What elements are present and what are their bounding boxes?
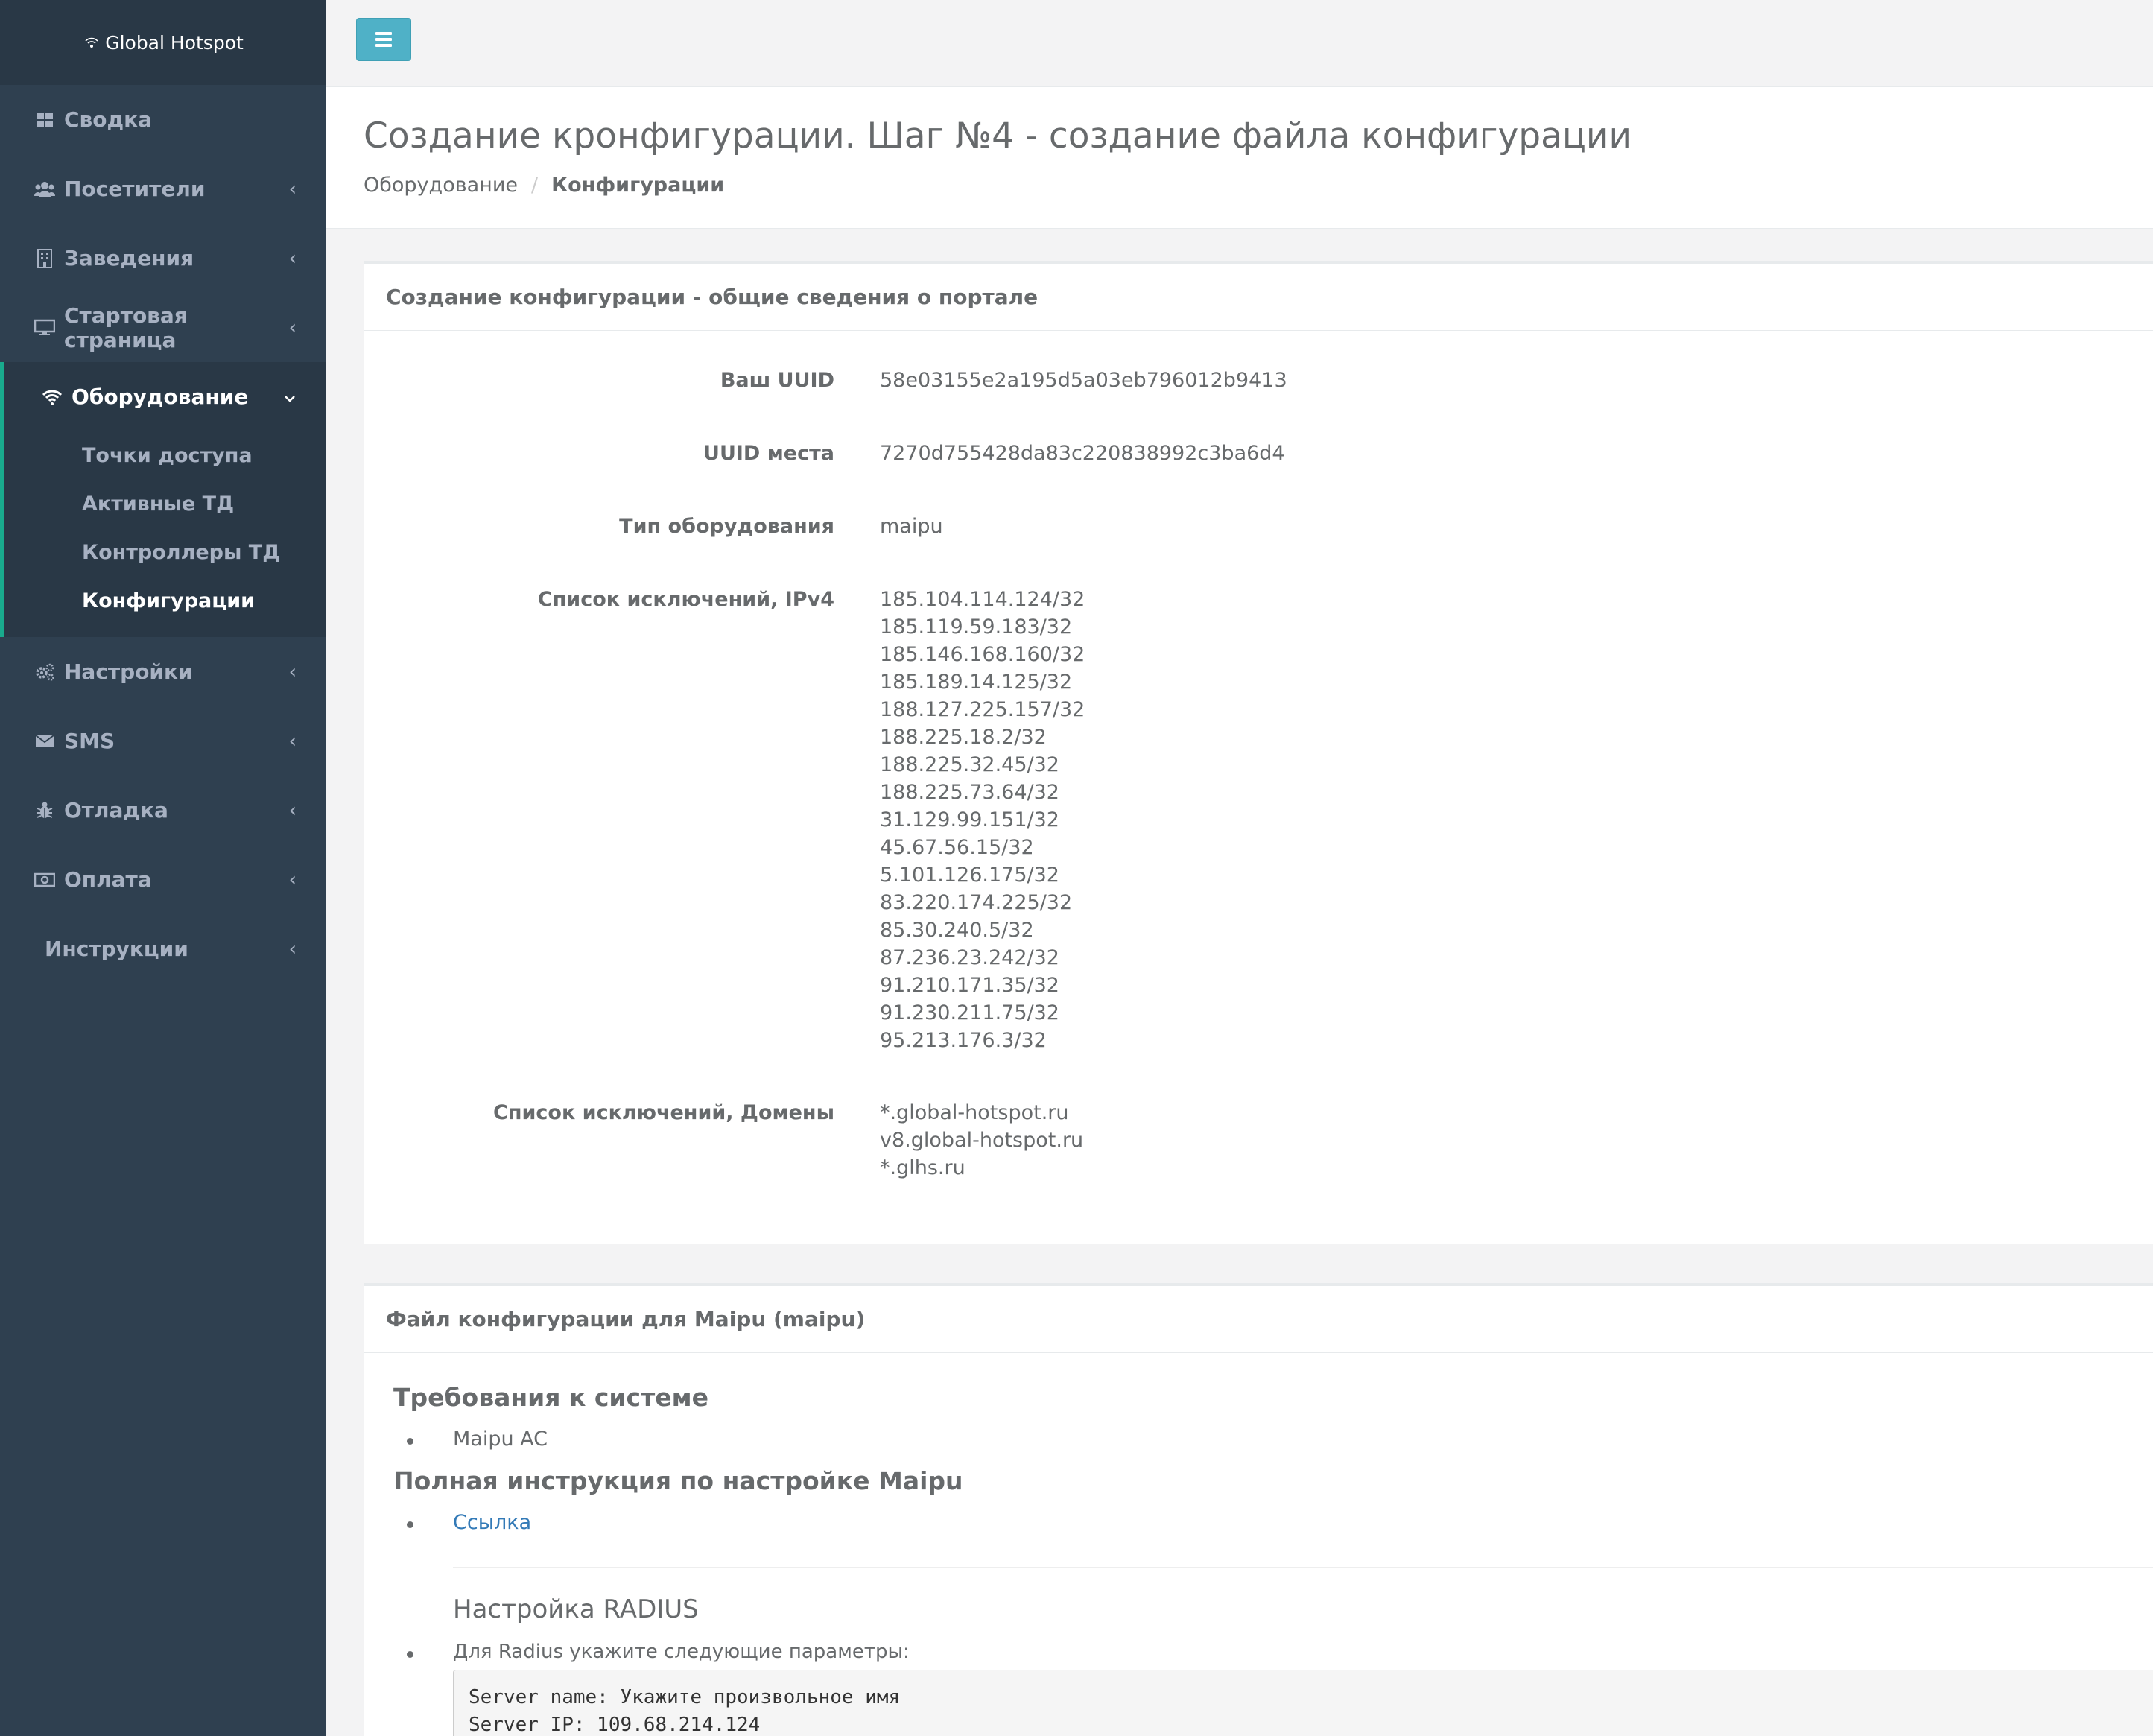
list-item: *.glhs.ru <box>880 1156 965 1179</box>
sidebar-item-start-page[interactable]: Стартовая страница ‹ <box>0 293 326 362</box>
sidebar-item-sms[interactable]: SMS ‹ <box>0 706 326 776</box>
portal-info-panel: Создание конфигурации - общие сведения о… <box>364 261 2153 1244</box>
chevron-left-icon: ‹ <box>288 316 297 339</box>
ipv4-exclusion-list: 185.104.114.124/32 185.119.59.183/32 185… <box>880 586 1085 1054</box>
panel-title: Файл конфигурации для Maipu (maipu) <box>364 1286 2153 1353</box>
list-item: 45.67.56.15/32 <box>880 836 1034 859</box>
chevron-down-icon <box>283 386 297 408</box>
top-navbar <box>326 0 2153 87</box>
radius-heading: Настройка RADIUS <box>453 1594 699 1624</box>
list-item: *.global-hotspot.ru <box>880 1101 1069 1124</box>
sidebar-item-label: Настройки <box>64 659 193 684</box>
sidebar-item-label: Посетители <box>64 177 206 201</box>
sidebar-item-instructions[interactable]: Инструкции ‹ <box>0 914 326 983</box>
info-label: UUID места <box>703 442 834 465</box>
sidebar-subitem-controllers[interactable]: Контроллеры ТД <box>4 528 326 577</box>
page-heading: Создание кронфигурации. Шаг №4 - создани… <box>326 87 2153 229</box>
radius-intro: Для Radius укажите следующие параметры: <box>407 1641 2153 1663</box>
sidebar-item-summary[interactable]: Сводка <box>0 85 326 154</box>
sidebar-subitem-active-aps[interactable]: Активные ТД <box>4 480 326 528</box>
instruction-link[interactable]: Ссылка <box>407 1511 2153 1534</box>
chevron-left-icon: ‹ <box>288 247 297 270</box>
chevron-left-icon: ‹ <box>288 177 297 200</box>
domain-exclusion-list: *.global-hotspot.ru v8.global-hotspot.ru… <box>880 1099 1083 1182</box>
sidebar-item-equipment[interactable]: Оборудование <box>4 362 326 431</box>
sidebar-item-visitors[interactable]: Посетители ‹ <box>0 154 326 224</box>
sidebar-item-label: Заведения <box>64 246 194 270</box>
info-value: 58e03155e2a195d5a03eb796012b9413 <box>880 369 1287 392</box>
page-title: Создание кронфигурации. Шаг №4 - создани… <box>364 115 1632 156</box>
menu-toggle-button[interactable] <box>356 18 411 61</box>
instruction-heading: Полная инструкция по настройке Maipu <box>393 1466 963 1495</box>
building-icon <box>34 248 55 269</box>
breadcrumb-item-equipment[interactable]: Оборудование <box>364 174 518 197</box>
sidebar-item-label: Сводка <box>64 107 153 132</box>
submenu-equipment: Точки доступа Активные ТД Контроллеры ТД… <box>4 431 326 637</box>
list-item: v8.global-hotspot.ru <box>880 1129 1084 1152</box>
sidebar-item-label: SMS <box>64 729 115 753</box>
list-item: 188.225.18.2/32 <box>880 726 1047 749</box>
list-item: 31.129.99.151/32 <box>880 808 1059 831</box>
list-item: 188.225.32.45/32 <box>880 753 1059 776</box>
info-label: Тип оборудования <box>619 515 834 538</box>
list-item: 185.189.14.125/32 <box>880 671 1073 694</box>
list-item: 188.127.225.157/32 <box>880 698 1085 721</box>
list-item: 83.220.174.225/32 <box>880 891 1073 914</box>
list-item: 91.210.171.35/32 <box>880 974 1059 997</box>
list-item: 91.230.211.75/32 <box>880 1001 1059 1024</box>
list-item: 185.104.114.124/32 <box>880 588 1085 611</box>
wifi-icon <box>42 387 63 408</box>
list-item: 188.225.73.64/32 <box>880 781 1059 804</box>
dashboard-icon <box>34 110 55 130</box>
info-label: Ваш UUID <box>720 369 834 392</box>
panel-title: Создание конфигурации - общие сведения о… <box>364 264 2153 331</box>
info-value: maipu <box>880 515 943 538</box>
brand-logo[interactable]: Global Hotspot <box>0 0 326 85</box>
sidebar-item-label: Стартовая страница <box>64 302 188 352</box>
chevron-left-icon: ‹ <box>288 729 297 753</box>
bug-icon <box>34 800 55 821</box>
cogs-icon <box>34 662 55 682</box>
info-value: 7270d755428da83c220838992c3ba6d4 <box>880 442 1285 465</box>
list-item: 95.213.176.3/32 <box>880 1029 1047 1052</box>
radius-config-code[interactable]: Server name: Укажите произвольное имя Ser… <box>453 1670 2153 1736</box>
config-file-panel: Файл конфигурации для Maipu (maipu) Треб… <box>364 1283 2153 1736</box>
users-icon <box>34 179 55 200</box>
info-label: Список исключений, IPv4 <box>537 588 834 611</box>
chevron-left-icon: ‹ <box>288 660 297 683</box>
chevron-left-icon: ‹ <box>288 799 297 822</box>
chevron-left-icon: ‹ <box>288 868 297 891</box>
hotspot-logo-icon <box>83 34 101 51</box>
requirements-heading: Требования к системе <box>393 1383 708 1412</box>
sidebar-subitem-configurations[interactable]: Конфигурации <box>4 577 326 625</box>
info-label: Список исключений, Домены <box>493 1101 834 1124</box>
desktop-icon <box>34 317 55 338</box>
sidebar-item-label: Оборудование <box>72 384 249 409</box>
breadcrumb: Оборудование / Конфигурации <box>364 174 724 197</box>
list-item: 87.236.23.242/32 <box>880 946 1059 969</box>
sidebar-item-label: Отладка <box>64 798 168 823</box>
list-item: 185.146.168.160/32 <box>880 643 1085 666</box>
list-item: 5.101.126.175/32 <box>880 864 1059 887</box>
sidebar-item-debug[interactable]: Отладка ‹ <box>0 776 326 845</box>
sidebar-item-venues[interactable]: Заведения ‹ <box>0 224 326 293</box>
brand-name: Global Hotspot <box>105 31 244 54</box>
hamburger-icon <box>375 32 392 35</box>
list-item: 85.30.240.5/32 <box>880 919 1034 942</box>
sidebar-item-label: Инструкции <box>45 937 188 961</box>
envelope-icon <box>34 731 55 752</box>
requirement-item: Maipu AC <box>407 1428 2153 1451</box>
breadcrumb-item-configurations: Конфигурации <box>551 174 725 197</box>
money-icon <box>34 869 55 890</box>
sidebar-item-payment[interactable]: Оплата ‹ <box>0 845 326 914</box>
divider <box>453 1567 2153 1568</box>
list-item: 185.119.59.183/32 <box>880 615 1073 639</box>
breadcrumb-separator: / <box>531 174 539 197</box>
sidebar: Global Hotspot Сводка Посетители ‹ Завед… <box>0 0 326 1736</box>
sidebar-item-label: Оплата <box>64 867 152 892</box>
sidebar-group-equipment: Оборудование Точки доступа Активные ТД К… <box>0 362 326 637</box>
sidebar-subitem-access-points[interactable]: Точки доступа <box>4 431 326 480</box>
sidebar-item-settings[interactable]: Настройки ‹ <box>0 637 326 706</box>
chevron-left-icon: ‹ <box>288 937 297 960</box>
